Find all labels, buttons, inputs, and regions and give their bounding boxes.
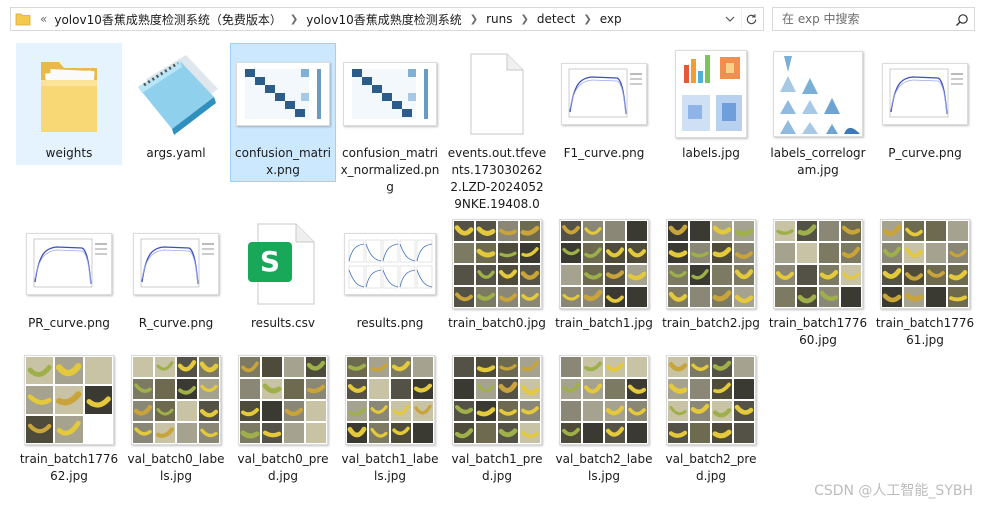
- image-thumbnail: [766, 44, 870, 144]
- chevron-right-icon[interactable]: ❯: [283, 14, 305, 25]
- file-name-label: train_batch177661.jpg: [875, 316, 975, 347]
- image-thumbnail: [659, 350, 763, 450]
- image-thumbnail: [766, 214, 870, 314]
- file-name-label: val_batch2_pred.jpg: [665, 452, 757, 483]
- file-item-results-png[interactable]: results.png: [337, 213, 443, 335]
- folder-icon: [17, 44, 121, 144]
- breadcrumb-item[interactable]: exp: [599, 12, 623, 26]
- folder-icon: [12, 8, 34, 30]
- search-icon[interactable]: [955, 12, 969, 26]
- file-name-label: train_batch2.jpg: [662, 316, 760, 330]
- file-item-confusion-matrix-normalized-png[interactable]: confusion_matrix_normalized.png: [337, 43, 443, 199]
- file-name-label: R_curve.png: [138, 316, 214, 330]
- csv-file-icon: S: [231, 214, 335, 314]
- file-item-pr-curve-png[interactable]: PR_curve.png: [16, 213, 122, 335]
- file-name-label: results.png: [356, 316, 424, 330]
- image-thumbnail: [338, 350, 442, 450]
- address-bar[interactable]: « yolov10香蕉成熟度检测系统（免费版本） ❯ yolov10香蕉成熟度检…: [10, 7, 764, 31]
- image-thumbnail: [231, 350, 335, 450]
- file-name-label: labels_correlogram.jpg: [770, 146, 866, 177]
- image-thumbnail: [231, 44, 335, 144]
- image-thumbnail: [552, 44, 656, 144]
- watermark: CSDN @人工智能_SYBH: [814, 483, 973, 499]
- file-name-label: val_batch0_pred.jpg: [237, 452, 329, 483]
- image-thumbnail: [124, 214, 228, 314]
- file-item-val-batch2-pred-jpg[interactable]: val_batch2_pred.jpg: [658, 349, 764, 488]
- file-item-train-batch1-jpg[interactable]: train_batch1.jpg: [551, 213, 657, 335]
- file-name-label: PR_curve.png: [28, 316, 110, 330]
- image-thumbnail: [17, 214, 121, 314]
- image-thumbnail: [552, 350, 656, 450]
- image-thumbnail: [445, 214, 549, 314]
- chevron-right-icon[interactable]: ❯: [576, 14, 598, 25]
- file-item-args-yaml[interactable]: args.yaml: [123, 43, 229, 165]
- image-thumbnail: [124, 350, 228, 450]
- search-input[interactable]: [773, 12, 943, 26]
- file-item-train-batch0-jpg[interactable]: train_batch0.jpg: [444, 213, 550, 335]
- image-thumbnail: [445, 350, 549, 450]
- breadcrumb-item[interactable]: yolov10香蕉成熟度检测系统（免费版本）: [53, 11, 283, 28]
- file-item-val-batch1-pred-jpg[interactable]: val_batch1_pred.jpg: [444, 349, 550, 488]
- chevron-right-icon[interactable]: ❯: [514, 14, 536, 25]
- image-thumbnail: [552, 214, 656, 314]
- breadcrumb-item[interactable]: detect: [536, 12, 576, 26]
- breadcrumb-item[interactable]: yolov10香蕉成熟度检测系统: [305, 11, 463, 28]
- file-item-val-batch0-pred-jpg[interactable]: val_batch0_pred.jpg: [230, 349, 336, 488]
- file-item-train-batch2-jpg[interactable]: train_batch2.jpg: [658, 213, 764, 335]
- file-name-label: train_batch177660.jpg: [768, 316, 868, 347]
- search-box[interactable]: [772, 7, 975, 31]
- file-name-label: val_batch1_labels.jpg: [341, 452, 439, 483]
- file-name-label: labels.jpg: [682, 146, 740, 160]
- file-name-label: val_batch2_labels.jpg: [555, 452, 653, 483]
- file-item-confusion-matrix-png[interactable]: confusion_matrix.png: [230, 43, 336, 182]
- file-item-weights[interactable]: weights: [16, 43, 122, 165]
- file-name-label: train_batch1.jpg: [555, 316, 653, 330]
- file-item-r-curve-png[interactable]: R_curve.png: [123, 213, 229, 335]
- file-name-label: confusion_matrix.png: [235, 146, 331, 177]
- chevron-right-icon[interactable]: ❯: [463, 14, 485, 25]
- file-item-val-batch0-labels-jpg[interactable]: val_batch0_labels.jpg: [123, 349, 229, 488]
- file-name-label: F1_curve.png: [563, 146, 645, 160]
- breadcrumb-item[interactable]: runs: [485, 12, 513, 26]
- file-name-label: events.out.tfevents.1730302622.LZD-20240…: [447, 146, 547, 211]
- image-thumbnail: [17, 350, 121, 450]
- file-item-labels-correlogram-jpg[interactable]: labels_correlogram.jpg: [765, 43, 871, 182]
- file-name-label: train_batch0.jpg: [448, 316, 546, 330]
- file-item-events-out-tfevents-1730302622-lzd-20240529nke-19408-0[interactable]: events.out.tfevents.1730302622.LZD-20240…: [444, 43, 550, 216]
- svg-text:S: S: [260, 245, 280, 278]
- file-item-p-curve-png[interactable]: P_curve.png: [872, 43, 978, 165]
- file-name-label: P_curve.png: [888, 146, 962, 160]
- file-name-label: args.yaml: [146, 146, 206, 160]
- image-thumbnail: [659, 214, 763, 314]
- file-name-label: train_batch177662.jpg: [19, 452, 119, 483]
- file-name-label: weights: [45, 146, 93, 160]
- file-item-results-csv[interactable]: Sresults.csv: [230, 213, 336, 335]
- image-thumbnail: [338, 214, 442, 314]
- refresh-icon[interactable]: [741, 9, 761, 29]
- file-name-label: val_batch0_labels.jpg: [127, 452, 225, 483]
- image-thumbnail: [873, 214, 977, 314]
- file-item-train-batch177661-jpg[interactable]: train_batch177661.jpg: [872, 213, 978, 352]
- breadcrumb-overflow[interactable]: «: [34, 12, 53, 26]
- file-name-label: confusion_matrix_normalized.png: [340, 146, 440, 194]
- file-item-f1-curve-png[interactable]: F1_curve.png: [551, 43, 657, 165]
- file-item-val-batch1-labels-jpg[interactable]: val_batch1_labels.jpg: [337, 349, 443, 488]
- image-thumbnail: [338, 44, 442, 144]
- file-item-train-batch177662-jpg[interactable]: train_batch177662.jpg: [16, 349, 122, 488]
- file-item-labels-jpg[interactable]: labels.jpg: [658, 43, 764, 165]
- image-thumbnail: [873, 44, 977, 144]
- blank-file-icon: [445, 44, 549, 144]
- file-name-label: val_batch1_pred.jpg: [451, 452, 543, 483]
- file-name-label: results.csv: [251, 316, 315, 330]
- file-item-val-batch2-labels-jpg[interactable]: val_batch2_labels.jpg: [551, 349, 657, 488]
- chevron-down-icon[interactable]: [723, 11, 737, 27]
- file-item-train-batch177660-jpg[interactable]: train_batch177660.jpg: [765, 213, 871, 352]
- notepad-file-icon: [124, 44, 228, 144]
- image-thumbnail: [659, 44, 763, 144]
